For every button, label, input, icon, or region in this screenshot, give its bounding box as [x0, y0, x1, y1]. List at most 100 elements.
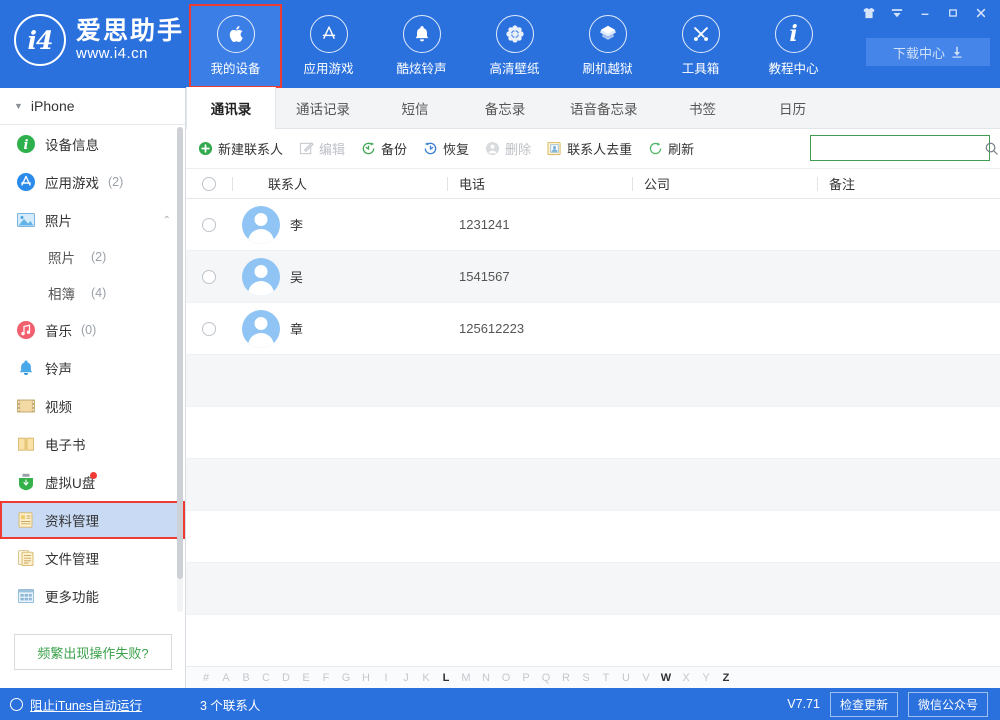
maximize-icon[interactable]: [940, 3, 966, 23]
alpha-letter[interactable]: A: [216, 672, 236, 684]
music-icon: [16, 320, 36, 340]
sidebar-item-file-management[interactable]: 文件管理: [0, 539, 185, 577]
nav-item-my-device[interactable]: 我的设备: [189, 4, 282, 88]
chevron-up-icon[interactable]: ⌃: [163, 215, 171, 226]
search-icon[interactable]: [984, 141, 999, 156]
restore-button[interactable]: 恢复: [423, 139, 469, 158]
nav-item-tutorials[interactable]: i 教程中心: [747, 4, 840, 88]
alpha-letter[interactable]: L: [436, 672, 456, 684]
sidebar-item-videos[interactable]: 视频: [0, 387, 185, 425]
tab-sms[interactable]: 短信: [370, 87, 460, 128]
alpha-letter[interactable]: S: [576, 672, 596, 684]
sidebar-item-apps-games[interactable]: 应用游戏 (2): [0, 163, 185, 201]
column-header-name[interactable]: 联系人: [232, 169, 447, 199]
close-icon[interactable]: [968, 3, 994, 23]
sidebar-scrollbar[interactable]: [177, 127, 183, 612]
nav-item-ringtones[interactable]: 酷炫铃声: [375, 4, 468, 88]
nav-item-apps-games[interactable]: 应用游戏: [282, 4, 375, 88]
search-input[interactable]: [811, 136, 984, 160]
row-checkbox[interactable]: [202, 270, 216, 284]
alpha-letter[interactable]: T: [596, 672, 616, 684]
alpha-letter[interactable]: #: [196, 672, 216, 684]
menu-icon[interactable]: [884, 3, 910, 23]
logo-mark: i4: [14, 14, 66, 66]
select-all-checkbox[interactable]: [202, 177, 216, 191]
alpha-letter[interactable]: Y: [696, 672, 716, 684]
row-checkbox[interactable]: [202, 218, 216, 232]
sidebar-item-data-management[interactable]: 资料管理: [0, 501, 185, 539]
nav-item-toolbox[interactable]: 工具箱: [654, 4, 747, 88]
alpha-letter[interactable]: W: [656, 672, 676, 684]
download-center-button[interactable]: 下载中心: [866, 38, 990, 66]
cell-phone: 1541567: [447, 269, 632, 284]
alpha-letter[interactable]: C: [256, 672, 276, 684]
check-update-button[interactable]: 检查更新: [830, 692, 898, 717]
minimize-icon[interactable]: [912, 3, 938, 23]
alpha-letter[interactable]: D: [276, 672, 296, 684]
column-header-note[interactable]: 备注: [817, 169, 1000, 199]
photo-icon: [16, 210, 36, 230]
dedupe-contacts-button[interactable]: 联系人去重: [547, 139, 632, 158]
sidebar-item-albums[interactable]: 相簿 (4): [0, 275, 185, 311]
nav-label: 高清壁纸: [489, 58, 539, 77]
alpha-letter[interactable]: B: [236, 672, 256, 684]
alpha-letter[interactable]: E: [296, 672, 316, 684]
alpha-letter[interactable]: Q: [536, 672, 556, 684]
sidebar-item-more-features[interactable]: 更多功能: [0, 577, 185, 615]
alpha-letter[interactable]: U: [616, 672, 636, 684]
sidebar-item-label: 相簿: [48, 283, 75, 303]
wechat-button[interactable]: 微信公众号: [908, 692, 988, 717]
alpha-letter[interactable]: V: [636, 672, 656, 684]
sidebar-item-ebooks[interactable]: 电子书: [0, 425, 185, 463]
edit-button[interactable]: 编辑: [299, 139, 345, 158]
backup-button[interactable]: 备份: [361, 139, 407, 158]
tab-label: 通讯录: [211, 98, 252, 118]
operation-failed-help-button[interactable]: 频繁出现操作失败?: [14, 634, 172, 670]
tab-bookmarks[interactable]: 书签: [658, 87, 748, 128]
alpha-letter[interactable]: N: [476, 672, 496, 684]
tab-label: 备忘录: [485, 98, 526, 118]
sidebar-item-count: (0): [81, 323, 96, 337]
block-itunes-toggle[interactable]: 阻止iTunes自动运行: [10, 688, 142, 720]
sidebar-item-device-info[interactable]: i 设备信息: [0, 125, 185, 163]
tab-contacts[interactable]: 通讯录: [186, 87, 276, 129]
contacts-list: 李 1231241 吴 1541567 章: [186, 199, 1000, 667]
table-row[interactable]: 李 1231241: [186, 199, 1000, 251]
row-checkbox[interactable]: [202, 322, 216, 336]
tab-notes[interactable]: 备忘录: [460, 87, 550, 128]
search-box[interactable]: [810, 135, 990, 161]
alpha-letter[interactable]: K: [416, 672, 436, 684]
alpha-letter[interactable]: P: [516, 672, 536, 684]
nav-item-flash-jailbreak[interactable]: 刷机越狱: [561, 4, 654, 88]
skin-icon[interactable]: [856, 3, 882, 23]
alpha-letter[interactable]: M: [456, 672, 476, 684]
alpha-letter[interactable]: Z: [716, 672, 736, 684]
alpha-letter[interactable]: F: [316, 672, 336, 684]
tab-voice-memos[interactable]: 语音备忘录: [550, 87, 658, 128]
alpha-letter[interactable]: I: [376, 672, 396, 684]
alpha-letter[interactable]: R: [556, 672, 576, 684]
tab-calendar[interactable]: 日历: [748, 87, 838, 128]
alpha-letter[interactable]: H: [356, 672, 376, 684]
column-header-company[interactable]: 公司: [632, 169, 817, 199]
alpha-letter[interactable]: X: [676, 672, 696, 684]
alpha-letter[interactable]: J: [396, 672, 416, 684]
table-row[interactable]: 吴 1541567: [186, 251, 1000, 303]
column-header-phone[interactable]: 电话: [447, 169, 632, 199]
sidebar-item-virtual-usb[interactable]: 虚拟U盘: [0, 463, 185, 501]
table-row[interactable]: 章 125612223: [186, 303, 1000, 355]
alpha-letter[interactable]: O: [496, 672, 516, 684]
delete-button[interactable]: 删除: [485, 139, 531, 158]
nav-label: 我的设备: [210, 58, 260, 77]
sidebar-item-photos[interactable]: 照片 ⌃: [0, 201, 185, 239]
new-contact-button[interactable]: 新建联系人: [198, 139, 283, 158]
alpha-letter[interactable]: G: [336, 672, 356, 684]
sidebar-item-music[interactable]: 音乐 (0): [0, 311, 185, 349]
nav-item-wallpapers[interactable]: 高清壁纸: [468, 4, 561, 88]
device-header[interactable]: ▼ iPhone: [0, 88, 185, 125]
sidebar-item-ringtones[interactable]: 铃声: [0, 349, 185, 387]
sidebar-item-photos-sub[interactable]: 照片 (2): [0, 239, 185, 275]
select-all-cell: [186, 169, 232, 199]
refresh-button[interactable]: 刷新: [648, 139, 694, 158]
tab-call-logs[interactable]: 通话记录: [276, 87, 370, 128]
